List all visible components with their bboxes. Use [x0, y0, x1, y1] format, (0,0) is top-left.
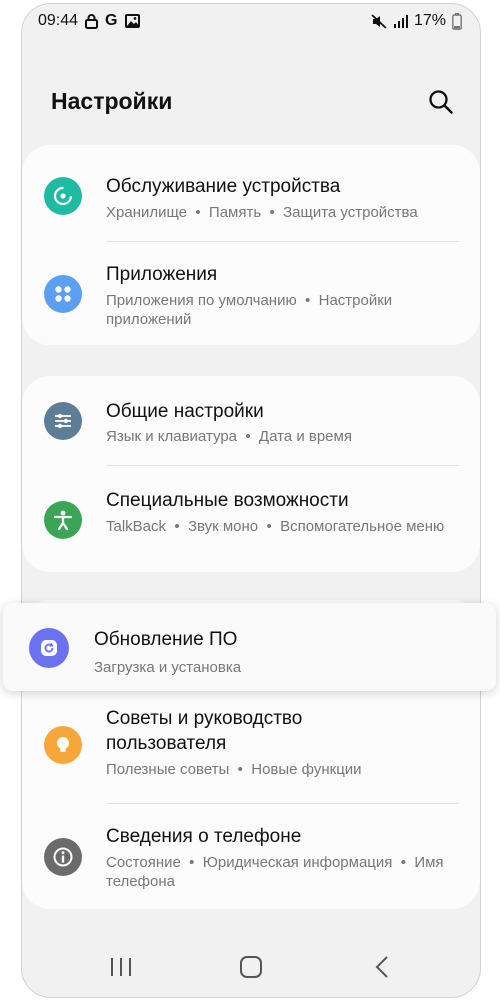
- device-care-icon: [44, 177, 82, 215]
- phone-screen: 09:44 G 17% Настройки Обслуживание устро…: [21, 3, 481, 998]
- lock-icon: [85, 13, 99, 29]
- item-subtitle: Состояние • Юридическая информация • Имя…: [106, 854, 448, 890]
- settings-item-device-care[interactable]: Обслуживание устройства Хранилище • Памя…: [22, 145, 480, 237]
- status-bar: 09:44 G 17%: [22, 4, 480, 36]
- item-subtitle: Язык и клавиатура • Дата и время: [106, 428, 352, 445]
- mute-icon: [371, 13, 387, 29]
- navigation-bar: [22, 937, 480, 997]
- battery-percent: 17%: [413, 12, 446, 29]
- signal-icon: [393, 14, 408, 29]
- search-icon: [428, 89, 454, 115]
- settings-item-software-update[interactable]: Обновление ПО Загрузка и установка: [3, 603, 496, 691]
- item-title: Приложения: [106, 264, 218, 285]
- item-subtitle: TalkBack • Звук моно • Вспомогательное м…: [106, 518, 445, 535]
- apps-icon: [44, 275, 82, 313]
- settings-item-general[interactable]: Общие настройки Язык и клавиатура • Дата…: [22, 376, 480, 464]
- page-title: Настройки: [51, 88, 173, 114]
- recents-icon: [109, 956, 133, 978]
- battery-icon: [452, 12, 462, 30]
- image-icon: [124, 14, 140, 28]
- item-subtitle: Загрузка и установка: [94, 659, 242, 676]
- google-icon: G: [105, 12, 118, 29]
- settings-card-2: Общие настройки Язык и клавиатура • Дата…: [22, 376, 480, 572]
- tips-icon: [44, 726, 82, 764]
- item-title: Сведения о телефоне: [106, 826, 302, 847]
- info-icon: [44, 838, 82, 876]
- status-time: 09:44: [38, 12, 79, 29]
- item-subtitle: Хранилище • Память • Защита устройства: [106, 204, 418, 221]
- home-button[interactable]: [231, 954, 271, 980]
- settings-card-1: Обслуживание устройства Хранилище • Памя…: [22, 145, 480, 345]
- item-title: Обновление ПО: [94, 629, 238, 650]
- search-button[interactable]: [425, 86, 457, 118]
- back-button[interactable]: [362, 954, 402, 980]
- item-title: Общие настройки: [106, 401, 264, 422]
- settings-item-about-phone[interactable]: Сведения о телефоне Состояние • Юридичес…: [22, 804, 480, 908]
- settings-item-apps[interactable]: Приложения Приложения по умолчанию • Нас…: [22, 242, 480, 345]
- back-icon: [374, 955, 390, 979]
- software-update-icon: [29, 628, 69, 668]
- accessibility-icon: [44, 501, 82, 539]
- settings-item-accessibility[interactable]: Специальные возможности TalkBack • Звук …: [22, 466, 480, 572]
- item-title: Советы и руководство пользователя: [106, 708, 303, 754]
- item-title: Специальные возможности: [106, 490, 349, 511]
- sliders-icon: [44, 402, 82, 440]
- settings-item-tips[interactable]: Советы и руководство пользователя Полезн…: [22, 696, 480, 800]
- item-subtitle: Приложения по умолчанию • Настройки прил…: [106, 292, 397, 328]
- item-title: Обслуживание устройства: [106, 176, 341, 197]
- item-subtitle: Полезные советы • Новые функции: [106, 761, 362, 778]
- home-icon: [239, 955, 263, 979]
- recents-button[interactable]: [101, 954, 141, 980]
